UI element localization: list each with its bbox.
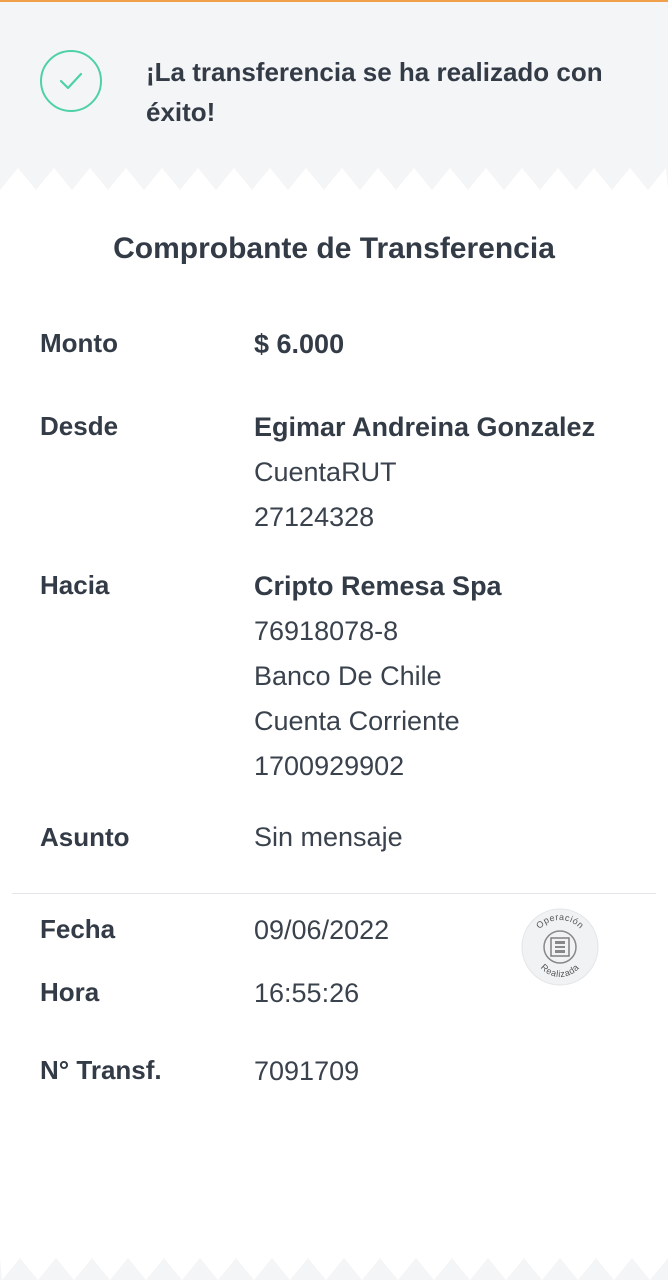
to-account-number: 1700929902 — [254, 751, 405, 781]
to-details: Cripto Remesa Spa 76918078-8 Banco De Ch… — [254, 564, 502, 789]
subject-label: Asunto — [40, 822, 130, 852]
amount-label: Monto — [40, 328, 118, 358]
from-details: Egimar Andreina Gonzalez CuentaRUT 27124… — [254, 405, 595, 540]
to-bank: Banco De Chile — [254, 661, 442, 691]
transfer-number-value: 7091709 — [254, 1056, 360, 1086]
check-icon — [40, 50, 102, 112]
from-label: Desde — [40, 411, 119, 441]
to-account-type: Cuenta Corriente — [254, 706, 460, 736]
operation-stamp: Operación Realizada — [521, 908, 599, 986]
from-account-number: 27124328 — [254, 502, 375, 532]
bank-stamp-icon: Operación Realizada — [521, 908, 599, 986]
to-rut: 76918078-8 — [254, 616, 399, 646]
amount-value: $ 6.000 — [254, 322, 344, 367]
date-value: 09/06/2022 — [254, 915, 390, 945]
to-name: Cripto Remesa Spa — [254, 571, 502, 601]
transfer-number-label: N° Transf. — [40, 1055, 162, 1085]
success-message: ¡La transferencia se ha realizado con éx… — [146, 57, 603, 127]
from-account-type: CuentaRUT — [254, 457, 397, 487]
date-label: Fecha — [40, 914, 116, 944]
success-header: ¡La transferencia se ha realizado con éx… — [0, 2, 668, 170]
to-label: Hacia — [40, 570, 110, 600]
time-label: Hora — [40, 977, 100, 1007]
subject-value: Sin mensaje — [254, 822, 403, 852]
amount-text: $ 6.000 — [254, 329, 345, 359]
from-name: Egimar Andreina Gonzalez — [254, 412, 596, 442]
divider — [12, 893, 656, 894]
receipt-title: Comprobante de Transferencia — [113, 232, 555, 265]
time-value: 16:55:26 — [254, 978, 360, 1008]
